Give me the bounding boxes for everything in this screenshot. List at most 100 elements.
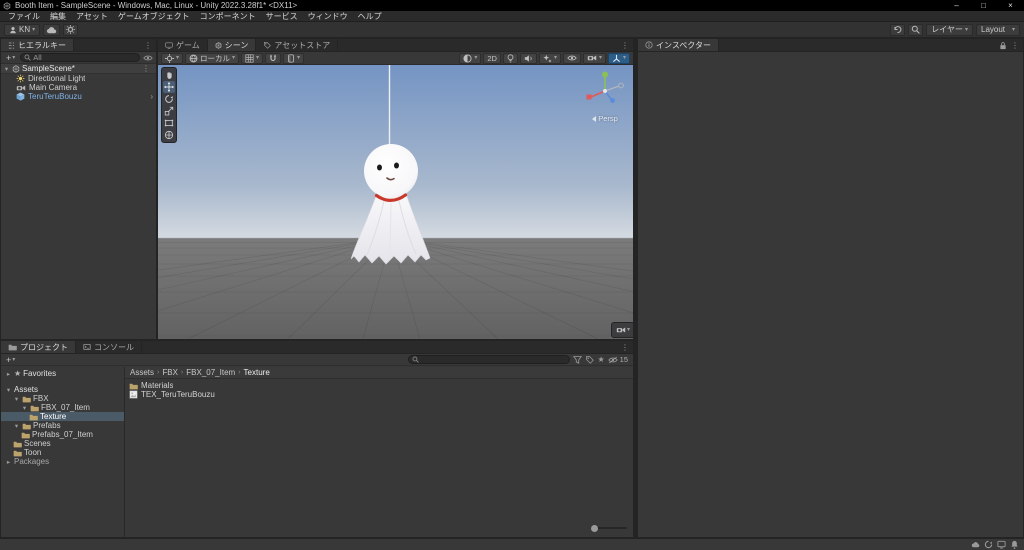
- hierarchy-add-button[interactable]: + ▾: [4, 53, 17, 63]
- move-tool-button[interactable]: [163, 81, 175, 93]
- cloud-button[interactable]: [43, 23, 61, 36]
- hidden-packages-toggle[interactable]: 15: [607, 355, 628, 364]
- tab-asset-store[interactable]: アセットストア: [256, 39, 339, 51]
- hierarchy-item-main-camera[interactable]: Main Camera: [1, 83, 156, 92]
- hierarchy-search-input[interactable]: All: [20, 53, 140, 62]
- tree-item-prefabs[interactable]: ▾ Prefabs: [1, 421, 124, 430]
- project-search-input[interactable]: [408, 355, 571, 364]
- asset-item-tex-teruterubouzu[interactable]: TEX_TeruTeruBouzu: [129, 390, 629, 399]
- foldout-closed-icon[interactable]: ▸: [5, 370, 12, 378]
- menu-component[interactable]: コンポーネント: [195, 11, 261, 22]
- tree-item-toon[interactable]: Toon: [1, 448, 124, 457]
- tab-project[interactable]: プロジェクト: [1, 341, 76, 353]
- search-button[interactable]: [908, 23, 924, 36]
- search-by-type-button[interactable]: [573, 355, 583, 364]
- tab-console[interactable]: コンソール: [76, 341, 142, 353]
- orientation-gizmo[interactable]: [586, 71, 624, 103]
- tree-item-prefabs-07-item[interactable]: Prefabs_07_Item: [1, 430, 124, 439]
- maximize-button[interactable]: □: [970, 0, 997, 11]
- tab-game[interactable]: ゲーム: [158, 39, 208, 51]
- grid-visibility-button[interactable]: ▾: [241, 52, 264, 64]
- menu-gameobject[interactable]: ゲームオブジェクト: [113, 11, 195, 22]
- tree-item-texture[interactable]: Texture: [1, 412, 124, 421]
- menu-assets[interactable]: アセット: [71, 11, 113, 22]
- tab-scene[interactable]: シーン: [207, 39, 257, 51]
- tab-inspector[interactable]: インスペクター: [638, 39, 719, 51]
- undo-history-button[interactable]: [890, 23, 906, 36]
- scene-visibility-icon[interactable]: [143, 54, 153, 62]
- inspector-menu-icon[interactable]: ⋮: [1011, 41, 1019, 50]
- save-search-button[interactable]: ★: [597, 355, 604, 364]
- rect-tool-button[interactable]: [163, 117, 175, 129]
- breadcrumb-fbx[interactable]: FBX: [162, 368, 178, 377]
- camera-settings-dropdown[interactable]: ▾: [582, 52, 606, 64]
- scene-header-row[interactable]: ▾ SampleScene* ⋮: [1, 64, 156, 74]
- foldout-open-icon[interactable]: ▾: [21, 404, 28, 412]
- tool-pivot-dropdown[interactable]: ▾: [161, 52, 184, 64]
- account-dropdown[interactable]: KN ▾: [4, 23, 41, 36]
- cloud-status-icon[interactable]: [971, 540, 980, 549]
- eye-slash-icon: [607, 356, 618, 363]
- open-prefab-arrow-icon[interactable]: ›: [150, 92, 153, 101]
- search-by-label-button[interactable]: [585, 355, 595, 364]
- project-add-button[interactable]: + ▾: [4, 355, 17, 365]
- transform-tool-button[interactable]: [163, 129, 175, 141]
- lighting-toggle-button[interactable]: [502, 52, 518, 64]
- notifications-icon[interactable]: [1010, 540, 1019, 549]
- snap-increment-dropdown[interactable]: ▾: [283, 52, 305, 64]
- hierarchy-menu-icon[interactable]: ⋮: [140, 39, 156, 51]
- scene-options-icon[interactable]: ⋮: [138, 64, 154, 73]
- hidden-objects-toggle[interactable]: [562, 52, 581, 64]
- tree-item-packages[interactable]: ▸ Packages: [1, 457, 124, 466]
- services-button[interactable]: [63, 23, 79, 36]
- foldout-open-icon[interactable]: ▾: [13, 395, 20, 403]
- teruterubouzu-model[interactable]: [350, 65, 431, 265]
- menu-help[interactable]: ヘルプ: [353, 11, 387, 22]
- scene-viewport[interactable]: Persp ▾: [158, 65, 633, 339]
- foldout-open-icon[interactable]: ▾: [3, 65, 10, 73]
- asset-item-materials[interactable]: Materials: [129, 381, 629, 390]
- tab-hierarchy[interactable]: ヒエラルキー: [1, 39, 74, 51]
- tree-item-fbx-07-item[interactable]: ▾ FBX_07_Item: [1, 403, 124, 412]
- lock-icon[interactable]: [999, 41, 1007, 50]
- tree-item-favorites[interactable]: ▸ ★ Favorites: [1, 369, 124, 378]
- snap-toggle-button[interactable]: [265, 52, 282, 64]
- scene-panel-menu-icon[interactable]: ⋮: [617, 39, 633, 51]
- minimize-button[interactable]: –: [943, 0, 970, 11]
- menu-services[interactable]: サービス: [261, 11, 303, 22]
- breadcrumb-texture[interactable]: Texture: [244, 368, 270, 377]
- console-status-icon[interactable]: [997, 540, 1006, 549]
- tool-orientation-dropdown[interactable]: ローカル ▾: [185, 52, 240, 64]
- menu-file[interactable]: ファイル: [3, 11, 45, 22]
- icon-size-slider[interactable]: [591, 524, 627, 532]
- hierarchy-item-directional-light[interactable]: Directional Light: [1, 74, 156, 83]
- draw-mode-dropdown[interactable]: ▾: [459, 52, 482, 64]
- gizmos-toggle-button[interactable]: ▾: [607, 52, 630, 64]
- menu-window[interactable]: ウィンドウ: [303, 11, 353, 22]
- foldout-open-icon[interactable]: ▾: [13, 422, 20, 430]
- camera-preview-overlay[interactable]: ▾: [611, 322, 633, 338]
- layout-dropdown[interactable]: Layout ▾: [976, 23, 1020, 36]
- audio-toggle-button[interactable]: [519, 52, 537, 64]
- projection-mode-label[interactable]: Persp: [581, 114, 629, 123]
- asset-item-label: Materials: [141, 381, 174, 390]
- view-tool-button[interactable]: [163, 69, 175, 81]
- rotate-tool-button[interactable]: [163, 93, 175, 105]
- tree-item-scenes[interactable]: Scenes: [1, 439, 124, 448]
- breadcrumb-fbx-07-item[interactable]: FBX_07_Item: [186, 368, 235, 377]
- foldout-open-icon[interactable]: ▾: [5, 386, 12, 394]
- activity-progress-icon[interactable]: [984, 540, 993, 549]
- layers-dropdown[interactable]: レイヤー ▾: [926, 23, 973, 36]
- slider-thumb[interactable]: [591, 524, 598, 532]
- tree-item-fbx[interactable]: ▾ FBX: [1, 394, 124, 403]
- scale-tool-button[interactable]: [163, 105, 175, 117]
- project-menu-icon[interactable]: ⋮: [617, 341, 633, 353]
- menu-edit[interactable]: 編集: [45, 11, 71, 22]
- foldout-closed-icon[interactable]: ▸: [5, 458, 12, 466]
- tree-item-assets[interactable]: ▾ Assets: [1, 385, 124, 394]
- breadcrumb-assets[interactable]: Assets: [130, 368, 154, 377]
- close-button[interactable]: ×: [997, 0, 1024, 11]
- effects-dropdown[interactable]: ▾: [538, 52, 561, 64]
- hierarchy-item-teruterubouzu[interactable]: TeruTeruBouzu ›: [1, 92, 156, 101]
- 2d-toggle-button[interactable]: 2D: [483, 52, 501, 64]
